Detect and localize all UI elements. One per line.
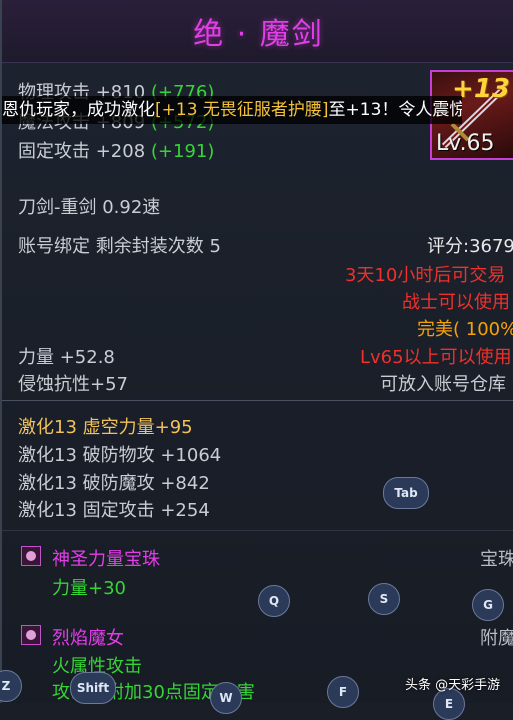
level-requirement: Lv65以上可以使用: [360, 347, 512, 368]
gem1-name: 神圣力量宝珠: [52, 549, 160, 570]
gem-icon: [21, 546, 41, 566]
watermark: 头条 @天彩手游: [405, 678, 501, 693]
item-title: 绝 · 魔剑: [193, 17, 324, 52]
q-key-button[interactable]: Q: [258, 585, 290, 617]
banner-prefix: 恩仇玩家，成功激化: [2, 100, 155, 120]
shift-key-button[interactable]: Shift: [70, 672, 116, 704]
account-storage: 可放入账号仓库: [380, 374, 506, 395]
s-key-button[interactable]: S: [368, 583, 400, 615]
gem-slot-label: 宝珠: [480, 549, 513, 570]
stat-erosion-resist: 侵蚀抗性+57: [18, 374, 128, 395]
trade-limit: 3天10小时后可交易: [345, 265, 506, 286]
stat-fixed-attack: 固定攻击 +208 (+191): [18, 141, 215, 162]
bind-info: 账号绑定 剩余封装次数 5: [18, 236, 221, 257]
enhance-line-1: 激化13 虚空力量+95: [18, 417, 193, 438]
enchant-icon: [21, 625, 41, 645]
item-level-badge: Lv.65: [436, 131, 495, 156]
tab-key-button[interactable]: Tab: [383, 477, 429, 509]
f-key-button[interactable]: F: [327, 676, 359, 708]
stat-strength: 力量 +52.8: [18, 347, 115, 368]
enchant-slot-label: 附魔: [480, 628, 513, 649]
enhance-line-2: 激化13 破防物攻 +1064: [18, 445, 222, 466]
enchant-name: 烈焰魔女: [52, 628, 124, 649]
gem1-effect: 力量+30: [52, 578, 126, 599]
item-quality: 完美( 100%: [417, 319, 513, 340]
announcement-banner: 恩仇玩家，成功激化[+13 无畏征服者护腰]至+13！令人震惊: [2, 96, 462, 124]
score: 评分:3679: [427, 236, 513, 257]
banner-suffix: 至+13！令人震惊: [328, 100, 462, 120]
item-tooltip-panel: 绝 · 魔剑 +13 Lv.65 物理攻击 +810 (+776) 魔法攻击 +…: [0, 0, 513, 703]
banner-item: [+13 无畏征服者护腰]: [155, 100, 329, 120]
title-bar: 绝 · 魔剑: [2, 0, 513, 63]
divider: [2, 530, 513, 531]
divider: [2, 400, 513, 401]
enhance-line-4: 激化13 固定攻击 +254: [18, 500, 210, 521]
enhance-line-3: 激化13 破防魔攻 +842: [18, 473, 210, 494]
class-requirement: 战士可以使用: [402, 292, 510, 313]
g-key-button[interactable]: G: [472, 589, 504, 621]
w-key-button[interactable]: W: [210, 682, 242, 714]
weapon-type: 刀剑-重剑 0.92速: [18, 197, 161, 218]
